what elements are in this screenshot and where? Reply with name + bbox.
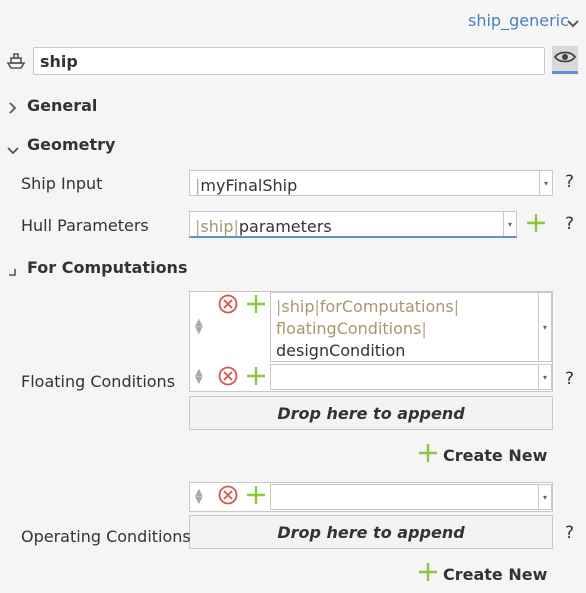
remove-circle-icon[interactable] (218, 294, 238, 318)
hull-parameters-path: ship (200, 217, 234, 236)
type-name-text: ship_generic (468, 11, 569, 30)
floating-conditions-drop-zone[interactable]: Drop here to append (189, 396, 553, 430)
dropdown-arrow-icon[interactable]: ▾ (538, 293, 551, 361)
name-input[interactable]: ship (33, 47, 545, 75)
collapse-corner-icon[interactable] (9, 262, 17, 281)
create-new-operating-button[interactable]: Create New (418, 562, 547, 586)
dropdown-arrow-icon[interactable]: ▾ (538, 365, 551, 389)
operating-conditions-drop-zone[interactable]: Drop here to append (189, 515, 553, 549)
plus-icon (418, 443, 438, 467)
ship-input-value: myFinalShip (200, 176, 298, 195)
help-icon[interactable]: ? (565, 523, 574, 543)
fc1-path-b: forComputations (319, 297, 454, 316)
fc1-value: designCondition (276, 341, 406, 360)
create-new-label: Create New (443, 564, 548, 584)
remove-circle-icon[interactable] (218, 485, 238, 509)
ship-input-field[interactable]: |myFinalShip ▾ (189, 170, 553, 196)
section-general[interactable]: General (27, 96, 97, 115)
name-input-value: ship (40, 52, 78, 71)
section-geometry[interactable]: Geometry (27, 135, 115, 154)
plus-icon[interactable] (246, 366, 266, 390)
plus-icon[interactable] (246, 485, 266, 509)
ship-icon (6, 52, 26, 74)
hull-parameters-field[interactable]: |ship|parameters ▾ (189, 211, 517, 238)
help-icon[interactable]: ? (565, 369, 574, 389)
remove-circle-icon[interactable] (218, 366, 238, 390)
dropdown-arrow-icon[interactable]: ▾ (503, 212, 516, 236)
help-icon[interactable]: ? (565, 172, 574, 192)
sort-handle-icon[interactable]: ▲ ▼ (195, 368, 203, 386)
chevron-down-icon[interactable] (7, 140, 19, 159)
section-for-computations[interactable]: For Computations (27, 258, 187, 277)
chevron-down-icon[interactable] (566, 14, 580, 33)
chevron-right-icon[interactable] (9, 99, 17, 118)
operating-conditions-label: Operating Conditions (21, 527, 191, 546)
plus-icon[interactable] (246, 294, 266, 318)
fc1-path-c: floatingConditions (276, 319, 422, 338)
dropdown-arrow-icon[interactable]: ▾ (538, 485, 551, 509)
dropdown-arrow-icon[interactable]: ▾ (539, 171, 552, 195)
create-new-floating-button[interactable]: Create New (418, 443, 547, 467)
sort-handle-icon[interactable]: ▲ ▼ (195, 318, 203, 336)
help-icon[interactable]: ? (565, 214, 574, 234)
ship-input-label: Ship Input (21, 174, 103, 193)
eye-icon (553, 49, 577, 68)
sort-handle-icon[interactable]: ▲ ▼ (195, 488, 203, 506)
hull-parameters-value: parameters (238, 217, 332, 236)
type-name-link[interactable]: ship_generic (468, 11, 569, 30)
plus-icon (418, 562, 438, 586)
plus-icon[interactable] (526, 213, 546, 237)
fc1-path-a: ship (281, 297, 315, 316)
create-new-label: Create New (443, 445, 548, 465)
floating-conditions-label: Floating Conditions (21, 372, 176, 391)
floating-condition-item-1-field[interactable]: |ship|forComputations| floatingCondition… (270, 292, 552, 362)
operating-condition-item-1-field[interactable]: ▾ (270, 484, 552, 510)
visibility-toggle-button[interactable] (552, 46, 578, 74)
floating-condition-item-2-field[interactable]: ▾ (270, 364, 552, 390)
hull-parameters-label: Hull Parameters (21, 216, 149, 235)
